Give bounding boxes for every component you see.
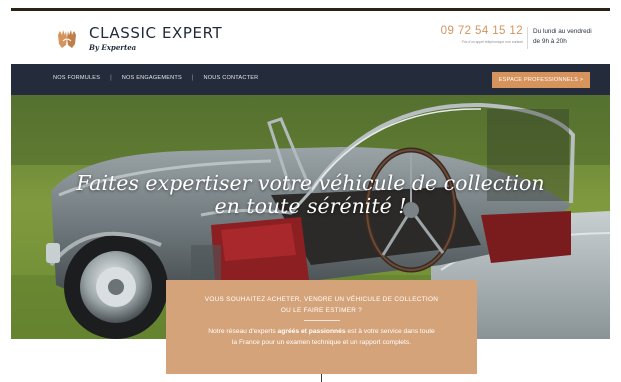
- phone-note: Prix d'un appel téléphonique non surtaxé: [461, 40, 523, 44]
- info-card-body-line-2: la France pour un examen technique et un…: [231, 338, 412, 346]
- info-card-title-line-2: OU LE FAIRE ESTIMER ?: [280, 306, 363, 314]
- nav-item-formules[interactable]: NOS FORMULES: [53, 75, 100, 81]
- info-card-body-line-1: Notre réseau d'experts agréés et passion…: [174, 327, 469, 338]
- info-card: VOUS SOUHAITEZ ACHETER, VENDRE UN VÉHICU…: [166, 280, 477, 374]
- info-card-title: VOUS SOUHAITEZ ACHETER, VENDRE UN VÉHICU…: [166, 295, 477, 316]
- header-divider: [527, 27, 528, 49]
- opening-hours: Du lundi au vendredi de 9h à 20h: [533, 27, 592, 46]
- phone-block: 09 72 54 15 12 Prix d'un appel téléphoni…: [439, 25, 523, 44]
- phone-number[interactable]: 09 72 54 15 12: [439, 25, 523, 37]
- hero-headline-line-2: en toute sérénité !: [214, 194, 407, 218]
- site-header: CLASSIC EXPERT By Expertea 09 72 54 15 1…: [11, 11, 610, 64]
- info-body-text-a: Notre réseau d'experts: [208, 328, 278, 335]
- hero-headline: Faites expertiser votre véhicule de coll…: [11, 172, 610, 218]
- hours-line-2: de 9h à 20h: [533, 37, 567, 45]
- page: CLASSIC EXPERT By Expertea 09 72 54 15 1…: [11, 8, 610, 382]
- main-nav: NOS FORMULES | NOS ENGAGEMENTS | NOUS CO…: [11, 64, 610, 95]
- nav-item-contact[interactable]: NOUS CONTACTER: [203, 75, 258, 81]
- nav-separator: |: [191, 75, 194, 81]
- hours-line-1: Du lundi au vendredi: [533, 28, 592, 35]
- nav-separator: |: [110, 75, 112, 81]
- info-body-emphasis: agréés et passionnés: [277, 328, 346, 335]
- brand-tagline: By Expertea: [89, 43, 137, 52]
- brand-name[interactable]: CLASSIC EXPERT: [89, 24, 222, 42]
- pro-space-button[interactable]: ESPACE PROFESSIONNELS >: [492, 72, 590, 88]
- info-card-divider: [303, 320, 340, 321]
- nav-item-engagements[interactable]: NOS ENGAGEMENTS: [122, 75, 182, 81]
- info-card-title-line-1: VOUS SOUHAITEZ ACHETER, VENDRE UN VÉHICU…: [204, 296, 439, 303]
- hero-headline-line-1: Faites expertiser votre véhicule de coll…: [76, 171, 545, 195]
- hands-icon[interactable]: [54, 26, 80, 50]
- info-card-body: Notre réseau d'experts agréés et passion…: [166, 327, 477, 348]
- scroll-indicator[interactable]: [321, 374, 322, 382]
- nav-list: NOS FORMULES | NOS ENGAGEMENTS | NOUS CO…: [53, 75, 258, 81]
- info-body-text-b: est à votre service dans toute: [345, 328, 435, 335]
